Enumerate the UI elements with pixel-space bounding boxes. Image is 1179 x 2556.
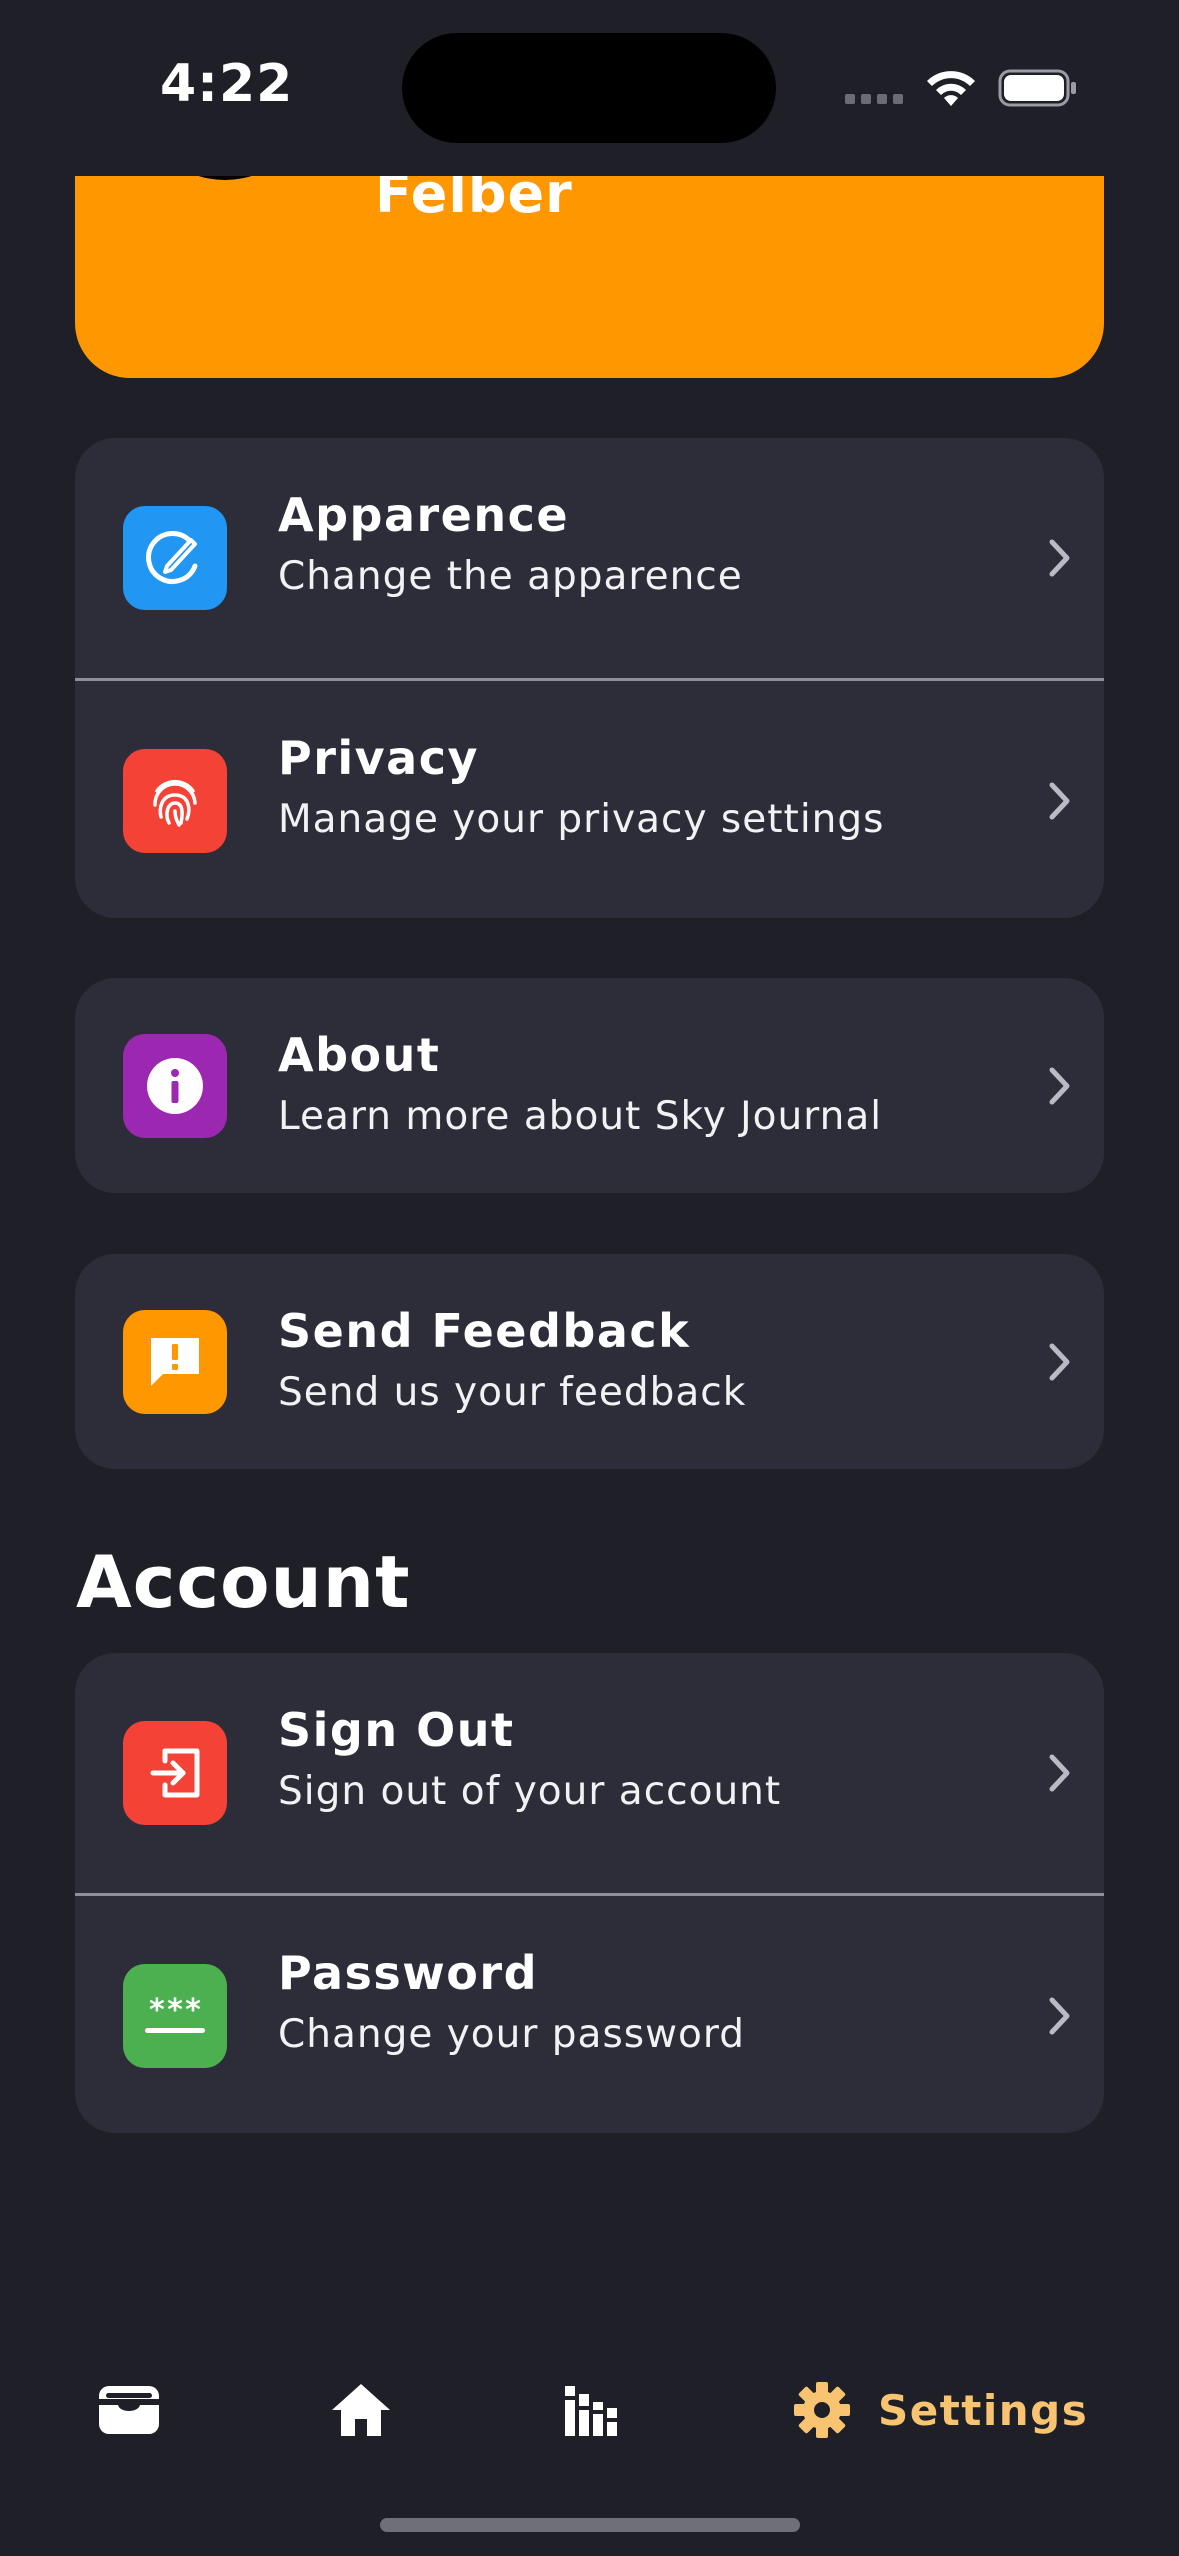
row-subtitle: Learn more about Sky Journal (278, 1094, 883, 1139)
row-subtitle: Change the apparence (278, 554, 743, 599)
sign-out-icon (123, 1721, 227, 1825)
tab-wallet[interactable] (96, 2340, 162, 2480)
wallet-icon (99, 2386, 159, 2434)
feedback-icon (123, 1309, 227, 1414)
chevron-right-icon (1049, 539, 1070, 577)
chevron-right-icon (1049, 1754, 1070, 1792)
row-title: Send Feedback (278, 1304, 691, 1358)
chevron-right-icon (1049, 1067, 1070, 1104)
settings-row-password[interactable]: *** Password Change your password (75, 1893, 1104, 2133)
palette-icon (123, 506, 227, 610)
settings-group-about: About Learn more about Sky Journal (75, 978, 1104, 1193)
svg-text:***: *** (148, 1993, 202, 2028)
cellular-signal-icon (845, 94, 903, 106)
tab-home[interactable] (330, 2340, 392, 2480)
gear-icon (794, 2382, 850, 2438)
status-time: 4:22 (160, 54, 294, 114)
row-title: Sign Out (278, 1703, 515, 1757)
row-subtitle: Manage your privacy settings (278, 797, 885, 842)
settings-row-about[interactable]: About Learn more about Sky Journal (75, 978, 1104, 1193)
tab-settings[interactable]: Settings (792, 2340, 1088, 2480)
stats-icon (565, 2386, 617, 2436)
settings-group-feedback: Send Feedback Send us your feedback (75, 1254, 1104, 1469)
chevron-right-icon (1049, 1997, 1070, 2035)
row-subtitle: Sign out of your account (278, 1769, 782, 1814)
fingerprint-icon (123, 749, 227, 853)
battery-icon (998, 69, 1076, 107)
row-title: Password (278, 1946, 538, 2000)
settings-row-sign-out[interactable]: Sign Out Sign out of your account (75, 1653, 1104, 1893)
row-subtitle: Change your password (278, 2012, 745, 2057)
home-icon (332, 2384, 390, 2436)
chevron-right-icon (1049, 782, 1070, 820)
chevron-right-icon (1049, 1343, 1070, 1380)
password-icon: *** (123, 1964, 227, 2068)
info-icon (123, 1033, 227, 1138)
tab-stats[interactable] (563, 2340, 619, 2480)
status-bar: 4:22 (0, 0, 1179, 176)
tab-settings-label: Settings (878, 2385, 1089, 2435)
settings-row-appearance[interactable]: Apparence Change the apparence (75, 438, 1104, 678)
wifi-icon (927, 71, 975, 106)
settings-row-privacy[interactable]: Privacy Manage your privacy settings (75, 678, 1104, 918)
row-title: About (278, 1028, 441, 1082)
settings-row-feedback[interactable]: Send Feedback Send us your feedback (75, 1254, 1104, 1469)
tab-bar: Settings (0, 2340, 1179, 2480)
home-indicator[interactable] (380, 2518, 800, 2532)
settings-group-general: Apparence Change the apparence Privacy M… (75, 438, 1104, 918)
settings-group-account: Sign Out Sign out of your account *** Pa… (75, 1653, 1104, 2133)
account-section-title: Account (76, 1540, 411, 1624)
dynamic-island (402, 33, 776, 143)
row-subtitle: Send us your feedback (278, 1370, 747, 1415)
row-title: Apparence (278, 488, 570, 542)
row-title: Privacy (278, 731, 479, 785)
